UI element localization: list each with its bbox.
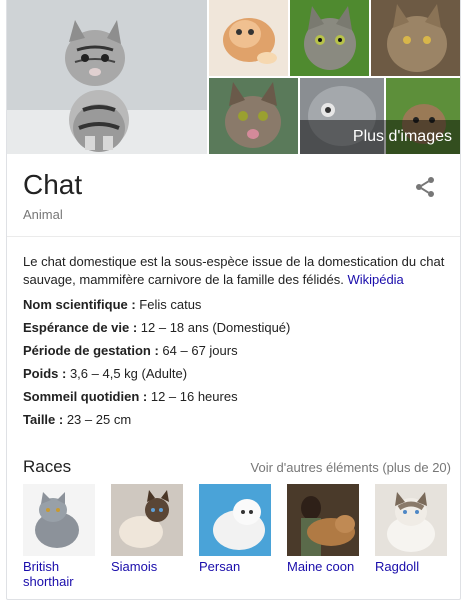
- fact-value: 23 – 25 cm: [63, 412, 132, 427]
- fact-label: Sommeil quotidien :: [23, 389, 148, 404]
- more-images-button[interactable]: Plus d'images: [300, 120, 460, 154]
- races-title: Races: [23, 457, 72, 476]
- races-header: Races Voir d'autres éléments (plus de 20…: [23, 455, 451, 477]
- share-icon[interactable]: [413, 175, 437, 199]
- fact-label: Espérance de vie :: [23, 320, 138, 335]
- race-item-persan[interactable]: Persan: [199, 484, 271, 574]
- race-item-ragdoll[interactable]: Ragdoll: [375, 484, 447, 574]
- divider: [7, 236, 460, 237]
- entity-subtitle: Animal: [23, 207, 63, 222]
- fact-label: Nom scientifique :: [23, 297, 136, 312]
- race-label: Siamois: [111, 559, 158, 574]
- race-label: Maine coon: [287, 559, 355, 574]
- facts-list: Nom scientifique : Felis catus Espérance…: [23, 296, 451, 434]
- fact-row: Poids : 3,6 – 4,5 kg (Adulte): [23, 365, 451, 388]
- fact-value: 12 – 18 ans (Domestiqué): [137, 320, 291, 335]
- race-item-maine-coon[interactable]: Maine coon: [287, 484, 359, 574]
- fact-value: 64 – 67 jours: [158, 343, 238, 358]
- race-item-siamois[interactable]: Siamois: [111, 484, 183, 574]
- gallery-thumbnail[interactable]: [290, 0, 369, 76]
- race-thumbnail: [23, 484, 95, 556]
- knowledge-panel: Plus d'images Chat Animal Le chat domest…: [6, 0, 461, 600]
- fact-row: Sommeil quotidien : 12 – 16 heures: [23, 388, 451, 411]
- fact-value: 12 – 16 heures: [147, 389, 238, 404]
- gallery-thumbnail[interactable]: [209, 78, 298, 154]
- fact-row: Taille : 23 – 25 cm: [23, 411, 451, 434]
- fact-row: Période de gestation : 64 – 67 jours: [23, 342, 451, 365]
- image-gallery: Plus d'images: [7, 0, 460, 154]
- gallery-thumbnail[interactable]: [209, 0, 288, 76]
- fact-label: Période de gestation :: [23, 343, 159, 358]
- fact-value: 3,6 – 4,5 kg (Adulte): [66, 366, 188, 381]
- entity-description: Le chat domestique est la sous-espèce is…: [23, 253, 451, 289]
- race-item-british-shorthair[interactable]: British shorthair: [23, 484, 95, 589]
- fact-row: Espérance de vie : 12 – 18 ans (Domestiq…: [23, 319, 451, 342]
- race-label: British shorthair: [23, 559, 74, 589]
- entity-title: Chat: [23, 169, 83, 200]
- race-thumbnail: [111, 484, 183, 556]
- gallery-thumbnail[interactable]: [371, 0, 460, 76]
- fact-value: Felis catus: [135, 297, 202, 312]
- fact-row: Nom scientifique : Felis catus: [23, 296, 451, 319]
- wikipedia-link[interactable]: Wikipédia: [347, 272, 403, 287]
- race-thumbnail: [287, 484, 359, 556]
- race-thumbnail: [199, 484, 271, 556]
- race-label: Persan: [199, 559, 241, 574]
- race-thumbnail: [375, 484, 447, 556]
- race-label: Ragdoll: [375, 559, 420, 574]
- fact-label: Taille :: [23, 412, 64, 427]
- fact-label: Poids :: [23, 366, 67, 381]
- entity-header: Chat Animal: [23, 168, 82, 222]
- more-races-link[interactable]: Voir d'autres éléments (plus de 20): [251, 460, 451, 475]
- gallery-main-image[interactable]: [7, 0, 207, 154]
